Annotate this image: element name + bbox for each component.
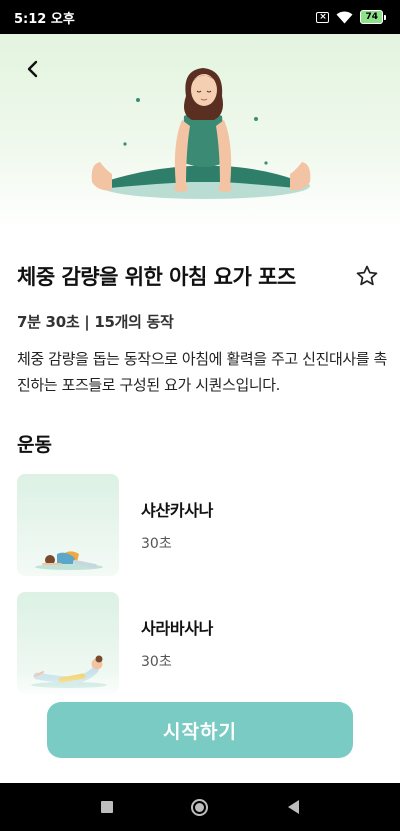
battery-icon: 74	[360, 10, 386, 24]
back-arrow-icon	[27, 60, 38, 78]
system-nav-bar	[0, 783, 400, 831]
system-back-button[interactable]	[277, 791, 309, 823]
workout-description: 체중 감량을 돕는 동작으로 아침에 활력을 주고 신진대사를 촉진하는 포즈들…	[17, 350, 387, 394]
status-bar: 5:12 오후 × 74	[0, 0, 400, 34]
workout-meta: 7분 30초 | 15개의 동작	[17, 313, 174, 331]
exercise-name: 사라바사나	[141, 619, 214, 638]
status-icons: × 74	[316, 10, 386, 24]
battery-level: 74	[360, 10, 383, 24]
hero-banner	[0, 34, 400, 230]
title-row: 체중 감량을 위한 아침 요가 포즈	[17, 260, 383, 292]
triangle-back-icon	[287, 800, 299, 814]
exercise-name: 샤샨카사나	[141, 501, 214, 520]
home-icon	[191, 798, 209, 816]
start-button[interactable]: 시작하기	[47, 702, 353, 758]
recents-icon	[100, 801, 113, 813]
exercises-section-title: 운동	[17, 434, 52, 456]
home-button[interactable]	[184, 791, 216, 823]
child-pose-figure-icon	[35, 551, 103, 570]
exercise-duration: 30초	[141, 654, 172, 670]
exercise-duration: 30초	[141, 536, 172, 552]
exercise-item-shashankasana[interactable]: 샤샨카사나 30초	[17, 474, 383, 576]
workout-title: 체중 감량을 위한 아침 요가 포즈	[17, 265, 296, 289]
sim-off-icon: ×	[316, 11, 330, 23]
exercise-thumbnail	[17, 474, 119, 576]
yoga-woman-illustration	[91, 68, 311, 199]
status-time: 5:12 오후	[14, 11, 75, 27]
wifi-icon	[336, 10, 353, 23]
back-button[interactable]	[16, 52, 50, 86]
recents-button[interactable]	[91, 791, 123, 823]
star-outline-icon	[356, 265, 378, 286]
favorite-button[interactable]	[351, 260, 383, 292]
